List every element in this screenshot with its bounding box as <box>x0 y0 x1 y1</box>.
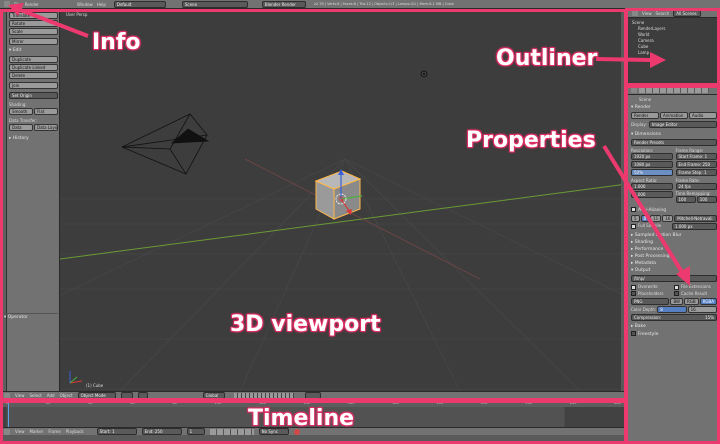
render-engine-selector[interactable]: Blender Render <box>261 0 306 8</box>
editor-type-icon[interactable] <box>4 1 10 7</box>
timeline-callout: Timeline <box>248 406 355 431</box>
properties-highlight-frame <box>625 85 720 444</box>
outliner-highlight-frame <box>625 8 720 86</box>
outliner-callout: Outliner <box>496 46 598 71</box>
info-menu-help[interactable]: Help <box>97 2 106 7</box>
scene-stats: v2.78 | Verts:8 | Faces:6 | Tris:12 | Ob… <box>313 2 454 6</box>
info-callout: Info <box>92 30 141 55</box>
layout-selector[interactable]: Default <box>113 0 166 8</box>
scene-selector[interactable]: Scene <box>181 0 248 8</box>
info-menu-window[interactable]: Window <box>77 2 93 7</box>
viewport-callout: 3D viewport <box>230 312 381 337</box>
info-header: File Render Window Help Default Scene Bl… <box>0 0 720 9</box>
properties-callout: Properties <box>466 128 596 153</box>
info-menu-render[interactable]: Render <box>25 2 39 7</box>
info-menu-file[interactable]: File <box>14 2 21 7</box>
